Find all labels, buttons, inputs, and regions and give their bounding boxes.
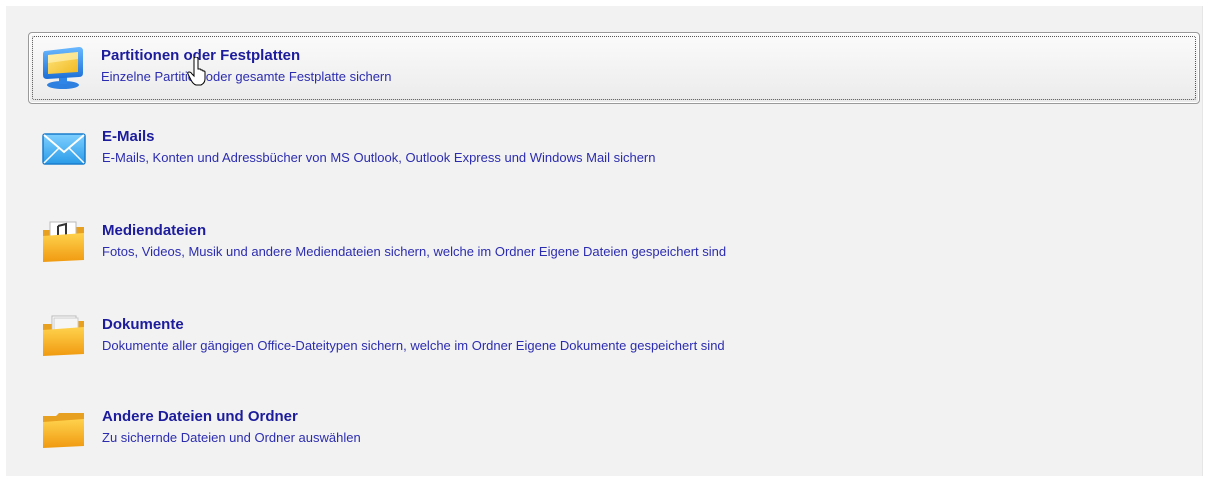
envelope-icon bbox=[42, 133, 86, 165]
option-description: Fotos, Videos, Musik und andere Medienda… bbox=[102, 244, 727, 259]
option-partitions[interactable]: Partitionen oder Festplatten Einzelne Pa… bbox=[28, 32, 1200, 104]
option-description: Dokumente aller gängigen Office-Dateityp… bbox=[102, 338, 725, 353]
option-title: Partitionen oder Festplatten bbox=[101, 47, 301, 64]
option-documents[interactable]: Dokumente Dokumente aller gängigen Offic… bbox=[28, 300, 1200, 372]
backup-options-panel: Partitionen oder Festplatten Einzelne Pa… bbox=[6, 6, 1203, 476]
option-description: Einzelne Partition oder gesamte Festplat… bbox=[101, 69, 392, 84]
option-description: Zu sichernde Dateien und Ordner auswähle… bbox=[102, 430, 361, 445]
option-media-files[interactable]: Mediendateien Fotos, Videos, Musik und a… bbox=[28, 206, 1200, 278]
option-title: Mediendateien bbox=[102, 222, 207, 239]
folder-icon bbox=[43, 413, 84, 448]
option-other-files[interactable]: Andere Dateien und Ordner Zu sichernde D… bbox=[28, 392, 1200, 464]
music-folder-icon bbox=[43, 221, 84, 262]
option-emails[interactable]: E-Mails E-Mails, Konten und Adressbücher… bbox=[28, 112, 1200, 184]
option-title: E-Mails bbox=[102, 128, 155, 145]
option-title: Dokumente bbox=[102, 316, 184, 333]
option-title: Andere Dateien und Ordner bbox=[102, 408, 298, 425]
option-description: E-Mails, Konten und Adressbücher von MS … bbox=[102, 150, 656, 165]
document-folder-icon bbox=[43, 315, 84, 356]
monitor-icon bbox=[43, 47, 83, 89]
